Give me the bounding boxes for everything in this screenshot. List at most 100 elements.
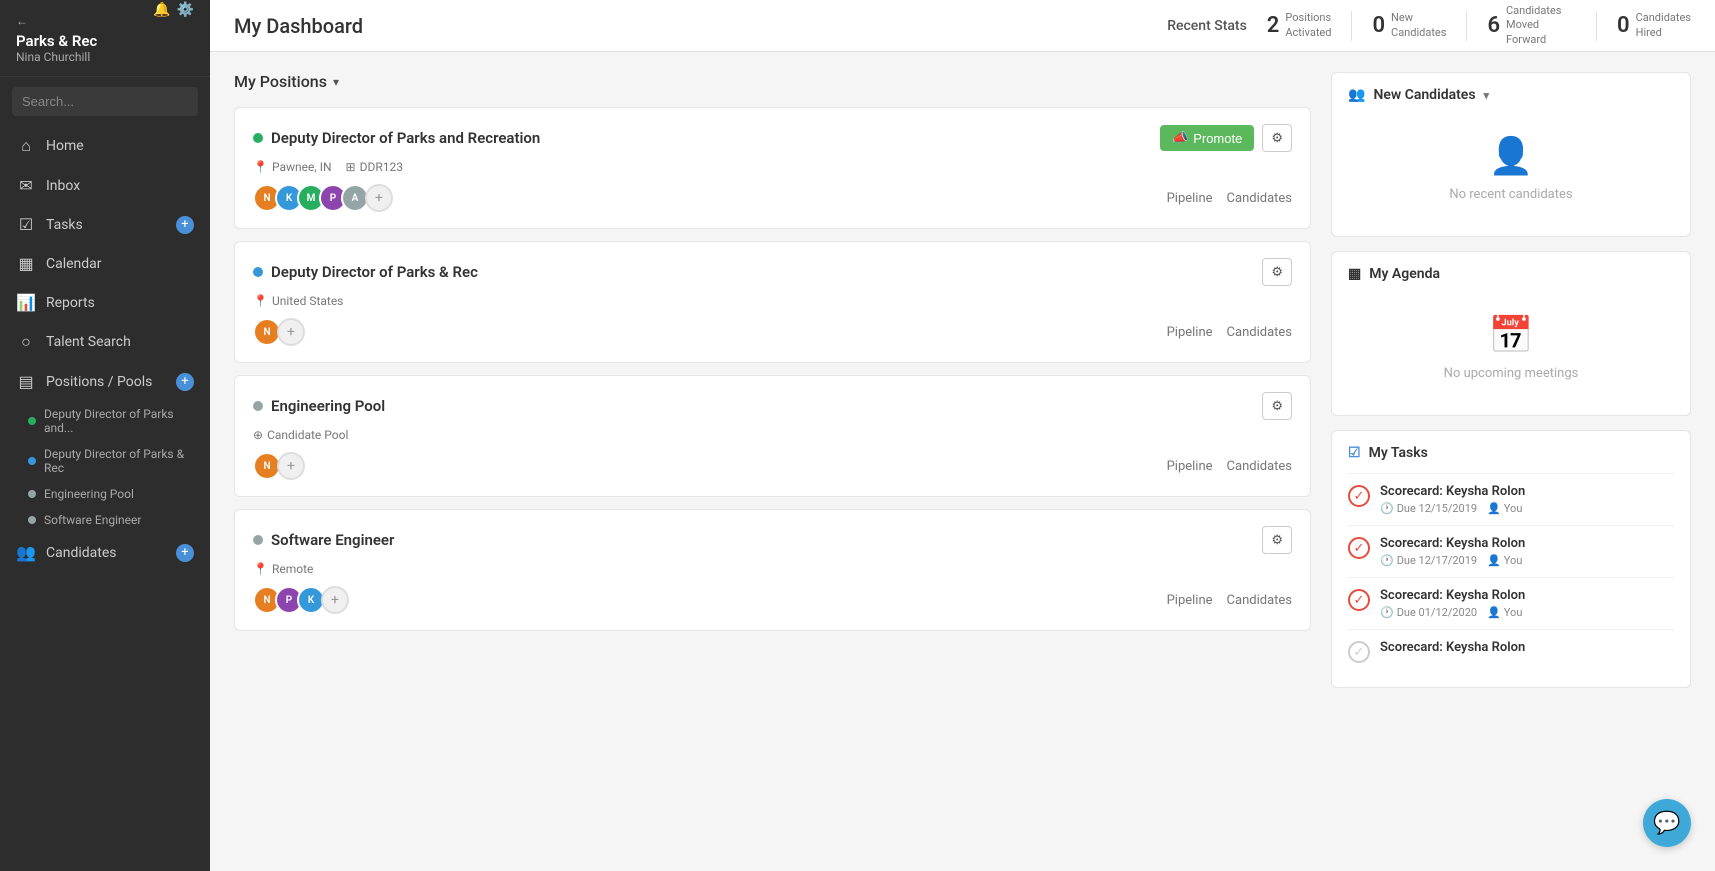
sidebar-item-inbox[interactable]: ✉ Inbox	[0, 166, 210, 205]
task-check-icon[interactable]: ✓	[1348, 485, 1370, 507]
tasks-add-button[interactable]: +	[176, 216, 194, 234]
pipeline-link[interactable]: Pipeline	[1167, 325, 1213, 340]
talent-search-icon: ○	[16, 332, 36, 352]
candidates-link[interactable]: Candidates	[1227, 325, 1292, 340]
position-settings-button[interactable]: ⚙	[1262, 124, 1292, 152]
sub-item-deputy-parks[interactable]: Deputy Director of Parks and...	[0, 401, 210, 441]
sidebar-item-label: Calendar	[46, 256, 194, 272]
status-dot	[28, 417, 36, 425]
pipeline-link[interactable]: Pipeline	[1167, 459, 1213, 474]
task-body: Scorecard: Keysha Rolon 🕐 Due 12/17/2019…	[1380, 536, 1674, 567]
pipeline-candidates: Pipeline Candidates	[1167, 459, 1292, 474]
agenda-title: My Agenda	[1369, 266, 1440, 282]
promote-button[interactable]: 📣 Promote	[1160, 125, 1254, 151]
stat-divider	[1596, 11, 1597, 41]
no-meetings-message: 📅 No upcoming meetings	[1348, 294, 1674, 401]
clock-icon: 🕐	[1380, 554, 1394, 567]
sidebar-item-tasks[interactable]: ☑ Tasks +	[0, 205, 210, 244]
candidates-link[interactable]: Candidates	[1227, 191, 1292, 206]
chat-button[interactable]: 💬	[1643, 799, 1691, 847]
location-info: 📍 United States	[253, 294, 343, 308]
stat-divider	[1466, 11, 1467, 41]
sub-item-label: Software Engineer	[44, 513, 141, 527]
new-candidates-caret-icon[interactable]: ▾	[1484, 89, 1490, 102]
left-panel: My Positions ▾ Deputy Director of Parks …	[234, 72, 1311, 851]
sidebar-item-talent-search[interactable]: ○ Talent Search	[0, 322, 210, 362]
sidebar-item-candidates[interactable]: 👥 Candidates +	[0, 533, 210, 572]
task-meta: 🕐 Due 12/15/2019 👤 You	[1380, 502, 1674, 515]
avatars: N +	[253, 318, 305, 346]
position-title: Deputy Director of Parks & Rec	[271, 263, 478, 281]
sidebar-item-home[interactable]: ⌂ Home	[0, 126, 210, 166]
stat-desc: CandidatesHired	[1636, 11, 1691, 40]
task-item: ✓ Scorecard: Keysha Rolon 🕐 Due 12/15/20…	[1348, 473, 1674, 525]
add-avatar-button[interactable]: +	[277, 318, 305, 346]
sub-item-deputy-rec[interactable]: Deputy Director of Parks & Rec	[0, 441, 210, 481]
sub-item-software-engineer[interactable]: Software Engineer	[0, 507, 210, 533]
sidebar-item-label: Positions / Pools	[46, 374, 166, 390]
settings-icon[interactable]: ⚙️	[177, 2, 194, 18]
sidebar-item-label: Talent Search	[46, 334, 194, 350]
recent-stats-label: Recent Stats	[1167, 18, 1247, 34]
pin-icon: 📍	[253, 562, 268, 576]
agenda-header: ▦ My Agenda	[1348, 266, 1674, 282]
task-check-icon[interactable]: ✓	[1348, 589, 1370, 611]
pin-icon: 📍	[253, 160, 268, 174]
task-assignee: 👤 You	[1487, 502, 1522, 515]
inbox-icon: ✉	[16, 176, 36, 195]
pipeline-link[interactable]: Pipeline	[1167, 593, 1213, 608]
positions-caret-icon: ▾	[333, 75, 339, 89]
sidebar-item-calendar[interactable]: ▦ Calendar	[0, 244, 210, 283]
positions-title: My Positions	[234, 72, 327, 91]
avatars: N +	[253, 452, 305, 480]
position-settings-button[interactable]: ⚙	[1262, 526, 1292, 554]
candidates-add-button[interactable]: +	[176, 544, 194, 562]
position-card-header: Software Engineer ⚙	[253, 526, 1292, 554]
pipeline-candidates: Pipeline Candidates	[1167, 325, 1292, 340]
task-body: Scorecard: Keysha Rolon 🕐 Due 01/12/2020…	[1380, 588, 1674, 619]
add-avatar-button[interactable]: +	[277, 452, 305, 480]
sidebar-item-label: Tasks	[46, 217, 166, 233]
sidebar-item-reports[interactable]: 📊 Reports	[0, 283, 210, 322]
task-item: ✓ Scorecard: Keysha Rolon 🕐 Due 12/17/20…	[1348, 525, 1674, 577]
positions-header[interactable]: My Positions ▾	[234, 72, 1311, 91]
notification-icon[interactable]: 🔔	[153, 2, 170, 18]
task-check-icon[interactable]: ✓	[1348, 641, 1370, 663]
position-card-header: Engineering Pool ⚙	[253, 392, 1292, 420]
agenda-section-icon: ▦	[1348, 266, 1361, 282]
position-card: Engineering Pool ⚙ ⊕ Candidate Pool N +	[234, 375, 1311, 497]
pin-icon: 📍	[253, 294, 268, 308]
task-meta: 🕐 Due 12/17/2019 👤 You	[1380, 554, 1674, 567]
add-avatar-button[interactable]: +	[365, 184, 393, 212]
candidates-link[interactable]: Candidates	[1227, 593, 1292, 608]
home-icon: ⌂	[16, 136, 36, 156]
tasks-title: My Tasks	[1369, 445, 1428, 461]
position-card: Software Engineer ⚙ 📍 Remote N P K +	[234, 509, 1311, 631]
sub-item-engineering-pool[interactable]: Engineering Pool	[0, 481, 210, 507]
status-dot	[253, 133, 263, 143]
task-body: Scorecard: Keysha Rolon	[1380, 640, 1674, 658]
sidebar: ← Parks & Rec Nina Churchill 🔔 ⚙️ ⌂ Home…	[0, 0, 210, 871]
sidebar-item-positions-pools[interactable]: ▤ Positions / Pools +	[0, 362, 210, 401]
pipeline-link[interactable]: Pipeline	[1167, 191, 1213, 206]
status-dot	[28, 457, 36, 465]
position-settings-button[interactable]: ⚙	[1262, 258, 1292, 286]
sub-item-label: Deputy Director of Parks & Rec	[44, 447, 194, 475]
search-input[interactable]	[12, 87, 198, 116]
position-card: Deputy Director of Parks and Recreation …	[234, 107, 1311, 229]
position-title-row: Engineering Pool	[253, 397, 385, 415]
person-icon: 👤	[1487, 554, 1501, 567]
position-title-row: Software Engineer	[253, 531, 394, 549]
position-card-header: Deputy Director of Parks and Recreation …	[253, 124, 1292, 152]
task-title: Scorecard: Keysha Rolon	[1380, 588, 1674, 603]
status-dot	[28, 516, 36, 524]
stat-number: 0	[1372, 13, 1385, 38]
no-meetings-text: No upcoming meetings	[1444, 366, 1579, 381]
add-avatar-button[interactable]: +	[321, 586, 349, 614]
positions-add-button[interactable]: +	[176, 373, 194, 391]
task-check-icon[interactable]: ✓	[1348, 537, 1370, 559]
my-tasks-card: ☑ My Tasks ✓ Scorecard: Keysha Rolon 🕐 D…	[1331, 430, 1691, 688]
candidates-link[interactable]: Candidates	[1227, 459, 1292, 474]
position-settings-button[interactable]: ⚙	[1262, 392, 1292, 420]
calendar-empty-icon: 📅	[1489, 314, 1534, 356]
